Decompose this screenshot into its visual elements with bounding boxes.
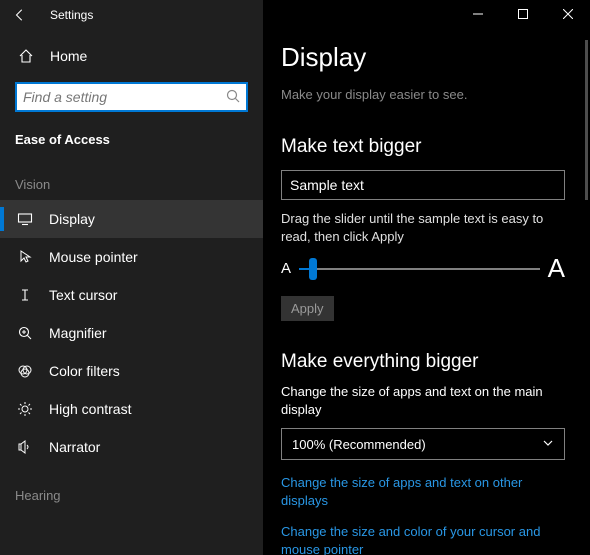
color-filters-icon <box>15 363 35 379</box>
scale-select[interactable]: 100% (Recommended) <box>281 428 565 460</box>
high-contrast-icon <box>15 401 35 417</box>
narrator-icon <box>15 439 35 455</box>
search-icon <box>225 88 241 109</box>
nav-narrator[interactable]: Narrator <box>0 428 263 466</box>
nav-label: Display <box>49 211 95 227</box>
group-ease-of-access: Ease of Access <box>0 124 263 155</box>
apply-button[interactable]: Apply <box>281 296 334 321</box>
app-title: Settings <box>50 8 93 22</box>
display-icon <box>15 211 35 227</box>
home-label: Home <box>50 48 87 64</box>
scale-value: 100% (Recommended) <box>292 437 426 452</box>
text-cursor-icon <box>15 287 35 303</box>
nav-label: Mouse pointer <box>49 249 138 265</box>
back-button[interactable] <box>8 3 32 27</box>
minimize-button[interactable] <box>455 0 500 28</box>
chevron-down-icon <box>542 437 554 452</box>
scrollbar[interactable] <box>585 40 588 200</box>
link-cursor-pointer[interactable]: Change the size and color of your cursor… <box>281 523 567 555</box>
slider-instruction: Drag the slider until the sample text is… <box>281 210 567 245</box>
sample-text-box: Sample text <box>281 170 565 200</box>
heading-everything-bigger: Make everything bigger <box>281 351 572 373</box>
sample-text: Sample text <box>290 177 364 193</box>
nav-display[interactable]: Display <box>0 200 263 238</box>
search-input[interactable] <box>15 82 248 112</box>
magnifier-icon <box>15 325 35 341</box>
nav-label: Color filters <box>49 363 120 379</box>
heading-text-bigger: Make text bigger <box>281 136 572 158</box>
maximize-button[interactable] <box>500 0 545 28</box>
nav-color-filters[interactable]: Color filters <box>0 352 263 390</box>
link-other-displays[interactable]: Change the size of apps and text on othe… <box>281 474 567 509</box>
scale-description: Change the size of apps and text on the … <box>281 383 567 418</box>
small-a-label: A <box>281 260 291 277</box>
page-title: Display <box>281 42 572 73</box>
mouse-icon <box>15 249 35 265</box>
nav-label: Magnifier <box>49 325 107 341</box>
nav-label: High contrast <box>49 401 131 417</box>
section-vision: Vision <box>0 155 263 200</box>
nav-mouse-pointer[interactable]: Mouse pointer <box>0 238 263 276</box>
home-nav[interactable]: Home <box>0 38 263 74</box>
nav-high-contrast[interactable]: High contrast <box>0 390 263 428</box>
home-icon <box>18 48 36 64</box>
text-size-slider[interactable] <box>299 259 540 279</box>
close-button[interactable] <box>545 0 590 28</box>
page-subtitle: Make your display easier to see. <box>281 87 572 102</box>
big-a-label: A <box>548 253 565 284</box>
nav-label: Narrator <box>49 439 100 455</box>
nav-label: Text cursor <box>49 287 117 303</box>
nav-text-cursor[interactable]: Text cursor <box>0 276 263 314</box>
section-hearing: Hearing <box>0 466 263 511</box>
nav-magnifier[interactable]: Magnifier <box>0 314 263 352</box>
